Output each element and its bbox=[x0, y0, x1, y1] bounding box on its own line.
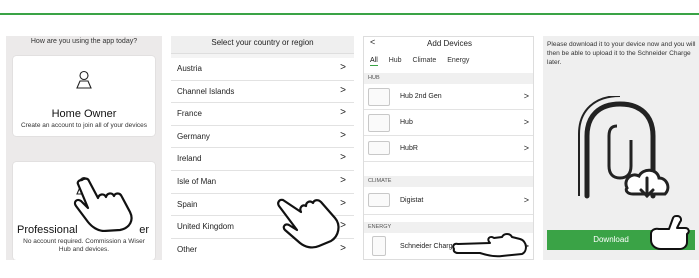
country-item-france[interactable]: France > bbox=[171, 103, 354, 126]
country-selection-screen: Select your country or region Austria > C… bbox=[171, 36, 354, 260]
chevron-right-icon: > bbox=[523, 117, 529, 127]
back-icon[interactable]: < bbox=[370, 37, 375, 47]
chevron-right-icon: > bbox=[523, 143, 529, 153]
tab-hub[interactable]: Hub bbox=[389, 57, 402, 64]
digistat-thumbnail bbox=[368, 193, 390, 207]
chevron-right-icon: > bbox=[523, 195, 529, 205]
hubr-thumbnail bbox=[368, 141, 390, 155]
home-owner-description: Create an account to join all of your de… bbox=[20, 122, 148, 129]
country-item-germany[interactable]: Germany > bbox=[171, 125, 354, 149]
chevron-right-icon: > bbox=[523, 91, 529, 101]
charger-cloud-download-icon bbox=[578, 96, 670, 199]
tab-climate[interactable]: Climate bbox=[413, 57, 437, 64]
professional-installer-description: No account required. Commission a Wiser … bbox=[23, 238, 145, 253]
add-devices-screen: Add Devices < All Hub Climate Energy HUB… bbox=[363, 36, 534, 260]
device-item-hub[interactable]: Hub > bbox=[364, 110, 533, 136]
device-item-hubr[interactable]: HubR > bbox=[364, 136, 533, 162]
chevron-right-icon: > bbox=[340, 129, 346, 141]
home-owner-card[interactable]: Home Owner Create an account to join all… bbox=[13, 56, 155, 136]
schneider-charge-thumbnail bbox=[372, 236, 386, 256]
hub-thumbnail bbox=[368, 114, 390, 132]
country-item-channel-islands[interactable]: Channel Islands > bbox=[171, 80, 354, 104]
section-header-climate: CLIMATE bbox=[364, 176, 533, 187]
device-category-tabs: All Hub Climate Energy bbox=[370, 57, 478, 66]
chevron-right-icon: > bbox=[340, 84, 346, 96]
pointing-hand-icon bbox=[73, 177, 133, 232]
section-header-hub: HUB bbox=[364, 73, 533, 84]
tab-energy[interactable]: Energy bbox=[447, 57, 469, 64]
chevron-right-icon: > bbox=[340, 174, 346, 186]
person-icon bbox=[76, 70, 92, 89]
pointing-hand-icon bbox=[452, 233, 527, 258]
hub-2nd-gen-thumbnail bbox=[368, 88, 390, 106]
usage-question: How are you using the app today? bbox=[30, 38, 138, 45]
device-item-digistat[interactable]: Digistat > bbox=[364, 187, 533, 215]
country-item-ireland[interactable]: Ireland > bbox=[171, 148, 354, 171]
download-instructions: Please download it to your device now an… bbox=[547, 41, 696, 66]
pointing-hand-icon bbox=[650, 215, 690, 250]
pointing-hand-icon bbox=[277, 198, 340, 249]
country-screen-title: Select your country or region bbox=[171, 36, 354, 54]
top-accent-line bbox=[0, 13, 699, 15]
country-item-austria[interactable]: Austria > bbox=[171, 58, 354, 81]
add-devices-title: Add Devices bbox=[427, 39, 472, 48]
chevron-right-icon: > bbox=[340, 62, 346, 73]
chevron-right-icon: > bbox=[340, 107, 346, 119]
download-screen: Please download it to your device now an… bbox=[543, 36, 699, 260]
country-item-isle-of-man[interactable]: Isle of Man > bbox=[171, 170, 354, 194]
device-item-hub-2nd-gen[interactable]: Hub 2nd Gen > bbox=[364, 84, 533, 110]
home-owner-title: Home Owner bbox=[51, 108, 117, 120]
tab-all[interactable]: All bbox=[370, 57, 378, 66]
usage-selection-screen: How are you using the app today? Home Ow… bbox=[6, 36, 162, 260]
chevron-right-icon: > bbox=[340, 152, 346, 164]
